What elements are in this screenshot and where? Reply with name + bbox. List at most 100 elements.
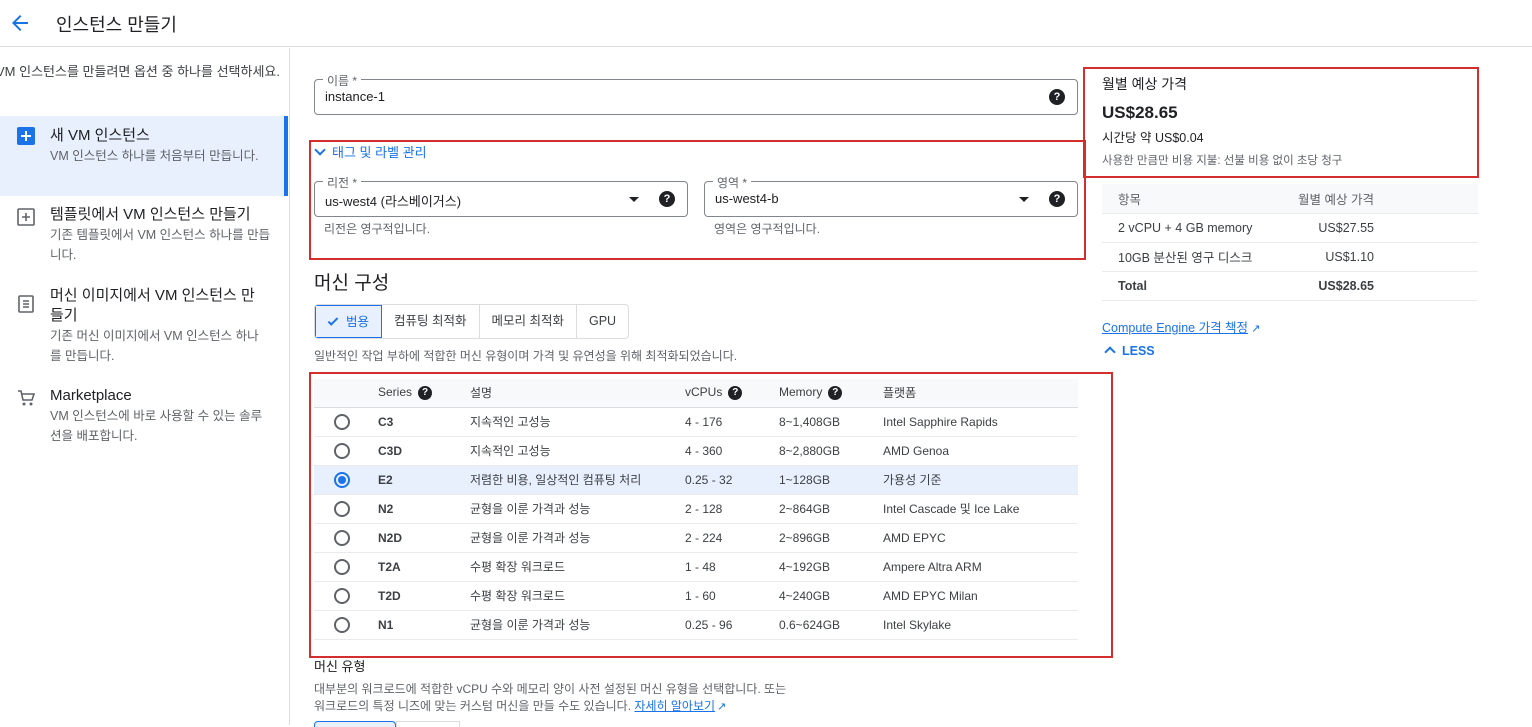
radio-cell[interactable] [314, 465, 378, 495]
chevron-down-icon [314, 144, 326, 156]
series-row-n1[interactable]: N1 균형을 이룬 가격과 성능 0.25 - 96 0.6~624GB Intel S… [314, 610, 1078, 640]
region-hint: 리전은 영구적입니다. [324, 222, 431, 236]
column-label: Series [378, 385, 413, 400]
chevron-up-icon [1104, 346, 1116, 358]
region-select[interactable]: 리전 * us-west4 (라스베이거스) ? [314, 174, 688, 217]
help-icon[interactable]: ? [1049, 191, 1065, 207]
series-vcpus: 1 - 48 [685, 552, 779, 582]
radio-cell[interactable] [314, 610, 378, 640]
tab-general-purpose[interactable]: 범용 [315, 305, 383, 338]
series-description: 균형을 이룬 가격과 성능 [470, 523, 685, 553]
name-field[interactable]: 이름 * instance-1 ? [314, 72, 1078, 115]
hourly-prefix: 시간당 약 [1102, 131, 1155, 145]
series-row-e2[interactable]: E2 저렴한 비용, 일상적인 컴퓨팅 처리 0.25 - 32 1~128GB 가용성… [314, 465, 1078, 495]
sidebar-item-desc: VM 인스턴스에 바로 사용할 수 있는 솔루션을 배포합니다. [50, 409, 263, 443]
cost-row: 10GB 분산된 영구 디스크 US$1.10 [1102, 242, 1478, 272]
pricing-link-row: Compute Engine 가격 책정 ↗ [1102, 317, 1260, 336]
series-platform: AMD EPYC [883, 523, 1078, 553]
radio-cell[interactable] [314, 494, 378, 524]
sidebar-item-new-vm[interactable]: 새 VM 인스턴스 VM 인스턴스 하나를 처음부터 만듭니다. [0, 116, 288, 196]
series-description: 균형을 이룬 가격과 성능 [470, 494, 685, 524]
pricing-heading: 월별 예상 가격 [1102, 76, 1188, 92]
machine-config-heading: 머신 구성 [314, 273, 390, 294]
sidebar-item-machine-image[interactable]: 머신 이미지에서 VM 인스턴스 만들기 기존 머신 이미지에서 VM 인스턴스… [0, 286, 288, 376]
cost-item: 2 vCPU + 4 GB memory [1102, 213, 1274, 243]
cost-row: 2 vCPU + 4 GB memory US$27.55 [1102, 213, 1478, 243]
zone-select[interactable]: 영역 * us-west4-b ? [704, 174, 1078, 217]
sidebar-item-marketplace[interactable]: Marketplace VM 인스턴스에 바로 사용할 수 있는 솔루션을 배포… [0, 386, 288, 456]
series-radio[interactable] [334, 442, 350, 459]
tab-memory-optimized[interactable]: 메모리 최적화 [480, 305, 577, 338]
series-radio[interactable] [334, 529, 350, 546]
back-arrow-icon[interactable] [8, 11, 32, 35]
less-toggle[interactable]: LESS [1102, 344, 1155, 358]
series-radio[interactable] [334, 558, 350, 575]
radio-cell[interactable] [314, 581, 378, 611]
series-row-c3d[interactable]: C3D 지속적인 고성능 4 - 360 8~2,880GB AMD Genoa [314, 436, 1078, 466]
series-radio[interactable] [334, 587, 350, 604]
series-vcpus: 4 - 360 [685, 436, 779, 466]
zone-value: us-west4-b [715, 191, 779, 206]
series-table: Series? 설명 vCPUs? Memory? 플랫폼 C3 지속적인 고성능… [314, 379, 1078, 640]
sidebar-item-template[interactable]: 템플릿에서 VM 인스턴스 만들기 기존 템플릿에서 VM 인스턴스 하나를 만… [0, 205, 288, 275]
series-row-n2[interactable]: N2 균형을 이룬 가격과 성능 2 - 128 2~864GB Intel Casca… [314, 494, 1078, 524]
series-name: N2D [378, 523, 470, 553]
series-vcpus: 4 - 176 [685, 407, 779, 437]
add-box-icon [17, 127, 35, 145]
radio-cell[interactable] [314, 407, 378, 437]
machine-type-description: 대부분의 워크로드에 적합한 vCPU 수와 메모리 양이 사전 설정된 머신 … [314, 681, 874, 716]
learn-more-link[interactable]: 자세히 알아보기 [634, 699, 715, 713]
page-title: 인스턴스 만들기 [56, 15, 177, 35]
machine-type-heading: 머신 유형 [314, 659, 366, 674]
series-description: 수평 확장 워크로드 [470, 581, 685, 611]
series-vcpus: 0.25 - 32 [685, 465, 779, 495]
column-header-vcpus: vCPUs? [685, 379, 779, 408]
series-radio[interactable] [334, 413, 350, 430]
help-icon[interactable]: ? [1049, 89, 1065, 105]
sidebar: VM 인스턴스를 만들려면 옵션 중 하나를 선택하세요. 새 VM 인스턴스 … [0, 48, 290, 725]
sidebar-item-desc: VM 인스턴스 하나를 처음부터 만듭니다. [50, 149, 259, 163]
column-header-cost: 월별 예상 가격 [1273, 184, 1478, 214]
cost-total-row: Total US$28.65 [1102, 271, 1478, 301]
series-row-t2d[interactable]: T2D 수평 확장 워크로드 1 - 60 4~240GB AMD EPYC Milan [314, 581, 1078, 611]
series-radio[interactable] [334, 616, 350, 633]
table-header-row: Series? 설명 vCPUs? Memory? 플랫폼 [314, 379, 1078, 408]
cost-item: 10GB 분산된 영구 디스크 [1102, 242, 1274, 272]
column-header-description: 설명 [470, 379, 685, 408]
series-radio[interactable] [334, 500, 350, 517]
series-vcpus: 1 - 60 [685, 581, 779, 611]
help-icon[interactable]: ? [828, 386, 843, 401]
radio-cell[interactable] [314, 552, 378, 582]
compute-engine-pricing-link[interactable]: Compute Engine 가격 책정 [1102, 321, 1248, 335]
series-row-t2a[interactable]: T2A 수평 확장 워크로드 1 - 48 4~192GB Ampere Altra A… [314, 552, 1078, 582]
series-memory: 4~240GB [779, 581, 883, 611]
series-description: 지속적인 고성능 [470, 436, 685, 466]
template-icon [17, 208, 35, 226]
sidebar-item-title: 템플릿에서 VM 인스턴스 만들기 [50, 206, 251, 223]
top-header: 인스턴스 만들기 [0, 0, 1532, 47]
series-memory: 8~2,880GB [779, 436, 883, 466]
series-vcpus: 0.25 - 96 [685, 610, 779, 640]
sidebar-intro: VM 인스턴스를 만들려면 옵션 중 하나를 선택하세요. [0, 64, 280, 79]
help-icon[interactable]: ? [659, 191, 675, 207]
tags-labels-toggle[interactable]: 태그 및 라벨 관리 [314, 142, 427, 161]
cost-breakdown-table: 항목 월별 예상 가격 2 vCPU + 4 GB memory US$27.5… [1102, 184, 1478, 301]
help-icon[interactable]: ? [728, 386, 743, 401]
series-description: 지속적인 고성능 [470, 407, 685, 437]
series-row-n2d[interactable]: N2D 균형을 이룬 가격과 성능 2 - 224 2~896GB AMD EPYC [314, 523, 1078, 553]
sidebar-item-desc: 기존 머신 이미지에서 VM 인스턴스 하나를 만듭니다. [50, 329, 259, 363]
column-header-item: 항목 [1102, 184, 1274, 214]
series-name: C3 [378, 407, 470, 437]
tab-compute-optimized[interactable]: 컴퓨팅 최적화 [382, 305, 480, 338]
radio-cell[interactable] [314, 436, 378, 466]
monthly-price: US$28.65 [1102, 103, 1178, 122]
help-icon[interactable]: ? [418, 386, 433, 401]
series-radio[interactable] [334, 471, 350, 488]
radio-cell[interactable] [314, 523, 378, 553]
tab-gpu[interactable]: GPU [577, 305, 628, 338]
series-row-c3[interactable]: C3 지속적인 고성능 4 - 176 8~1,408GB Intel Sapphire… [314, 407, 1078, 437]
series-description: 수평 확장 워크로드 [470, 552, 685, 582]
name-value[interactable]: instance-1 [325, 89, 385, 104]
machine-image-icon [18, 295, 34, 313]
series-platform: AMD EPYC Milan [883, 581, 1078, 611]
